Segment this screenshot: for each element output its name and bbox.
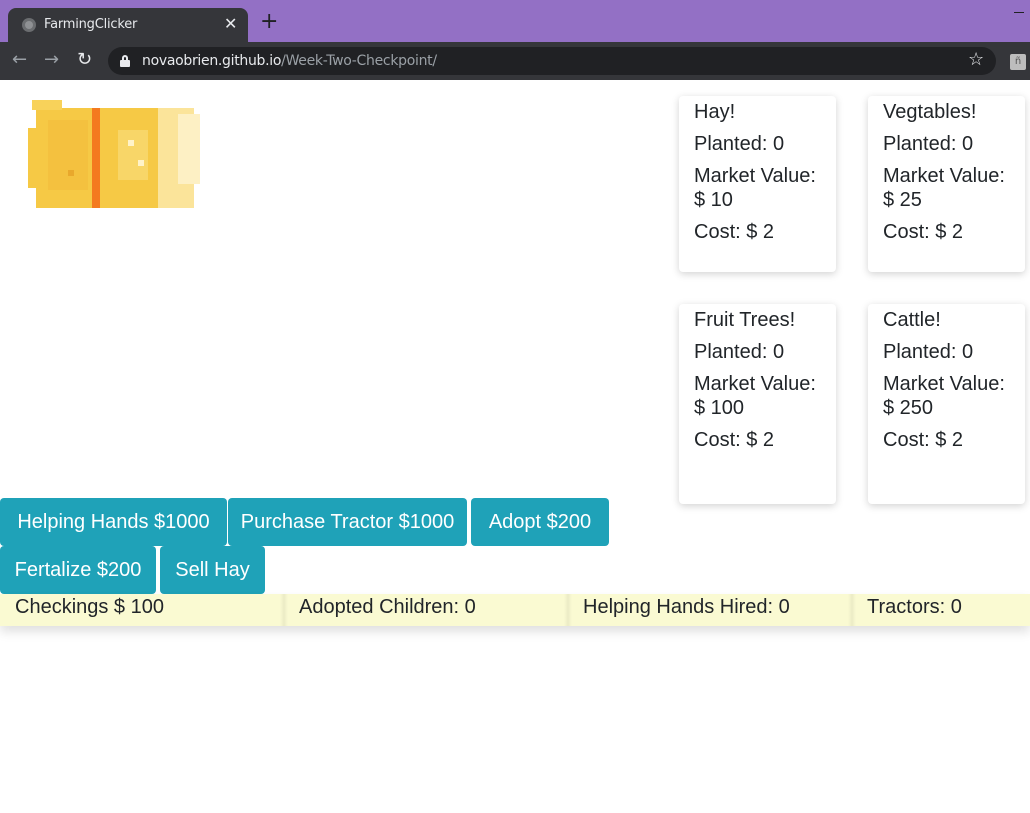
browser-tab-strip: FarmingClicker ✕ + [0,0,1030,42]
crop-market-value: Market Value: $ 25 [883,165,1005,211]
crop-market-value: Market Value: $ 250 [883,373,1005,419]
close-icon[interactable]: ✕ [224,14,237,33]
crop-name: Hay! [694,101,736,123]
address-bar[interactable]: novaobrien.github.io/Week-Two-Checkpoint… [108,47,996,75]
plus-icon[interactable]: + [260,11,278,33]
url-path: /Week-Two-Checkpoint/ [281,53,437,69]
crop-planted: Planted: 0 [694,341,785,363]
browser-toolbar: ← → ↻ novaobrien.github.io/Week-Two-Chec… [0,42,1030,80]
helping-hands-hired-count: Helping Hands Hired: 0 [583,596,790,618]
lock-icon[interactable] [120,55,130,67]
minimize-icon[interactable] [1014,12,1024,13]
crop-card-hay[interactable]: Hay! Planted: 0 Market Value: $ 10 Cost:… [679,96,836,272]
star-icon[interactable]: ☆ [968,49,984,70]
status-bar: Checkings $ 100 Adopted Children: 0 Help… [0,594,1030,626]
adopted-children-count: Adopted Children: 0 [299,596,476,618]
extension-icon[interactable]: ñ [1010,54,1026,70]
crop-cost: Cost: $ 2 [694,221,775,243]
crop-name: Vegtables! [883,101,977,123]
browser-tab[interactable]: FarmingClicker ✕ [8,8,248,42]
sell-hay-button[interactable]: Sell Hay [160,546,265,594]
tab-title: FarmingClicker [44,17,138,32]
crop-card-cattle[interactable]: Cattle! Planted: 0 Market Value: $ 250 C… [868,304,1025,504]
checkings-balance: Checkings $ 100 [15,596,164,618]
crop-cost: Cost: $ 2 [883,429,964,451]
crop-market-value: Market Value: $ 10 [694,165,816,211]
adopt-button[interactable]: Adopt $200 [471,498,609,546]
globe-icon [22,18,36,32]
tractors-count: Tractors: 0 [867,596,962,618]
crop-card-fruit-trees[interactable]: Fruit Trees! Planted: 0 Market Value: $ … [679,304,836,504]
crop-cost: Cost: $ 2 [883,221,964,243]
purchase-tractor-button[interactable]: Purchase Tractor $1000 [228,498,467,546]
crop-planted: Planted: 0 [883,133,974,155]
url-text[interactable]: novaobrien.github.io/Week-Two-Checkpoint… [142,53,437,69]
url-host: novaobrien.github.io [142,53,282,69]
status-divider [280,594,288,626]
fertalize-button[interactable]: Fertalize $200 [0,546,156,594]
crop-name: Cattle! [883,309,941,331]
status-divider [564,594,572,626]
crop-planted: Planted: 0 [883,341,974,363]
crop-card-vegtables[interactable]: Vegtables! Planted: 0 Market Value: $ 25… [868,96,1025,272]
helping-hands-button[interactable]: Helping Hands $1000 [0,498,227,546]
crop-planted: Planted: 0 [694,133,785,155]
forward-arrow-icon[interactable]: → [44,50,59,70]
crop-name: Fruit Trees! [694,309,796,331]
hay-bale-icon[interactable] [28,100,200,210]
crop-market-value: Market Value: $ 100 [694,373,816,419]
status-divider [848,594,856,626]
page-content: Hay! Planted: 0 Market Value: $ 10 Cost:… [0,80,1030,813]
crop-cost: Cost: $ 2 [694,429,775,451]
reload-icon[interactable]: ↻ [77,50,92,70]
back-arrow-icon[interactable]: ← [12,50,27,70]
